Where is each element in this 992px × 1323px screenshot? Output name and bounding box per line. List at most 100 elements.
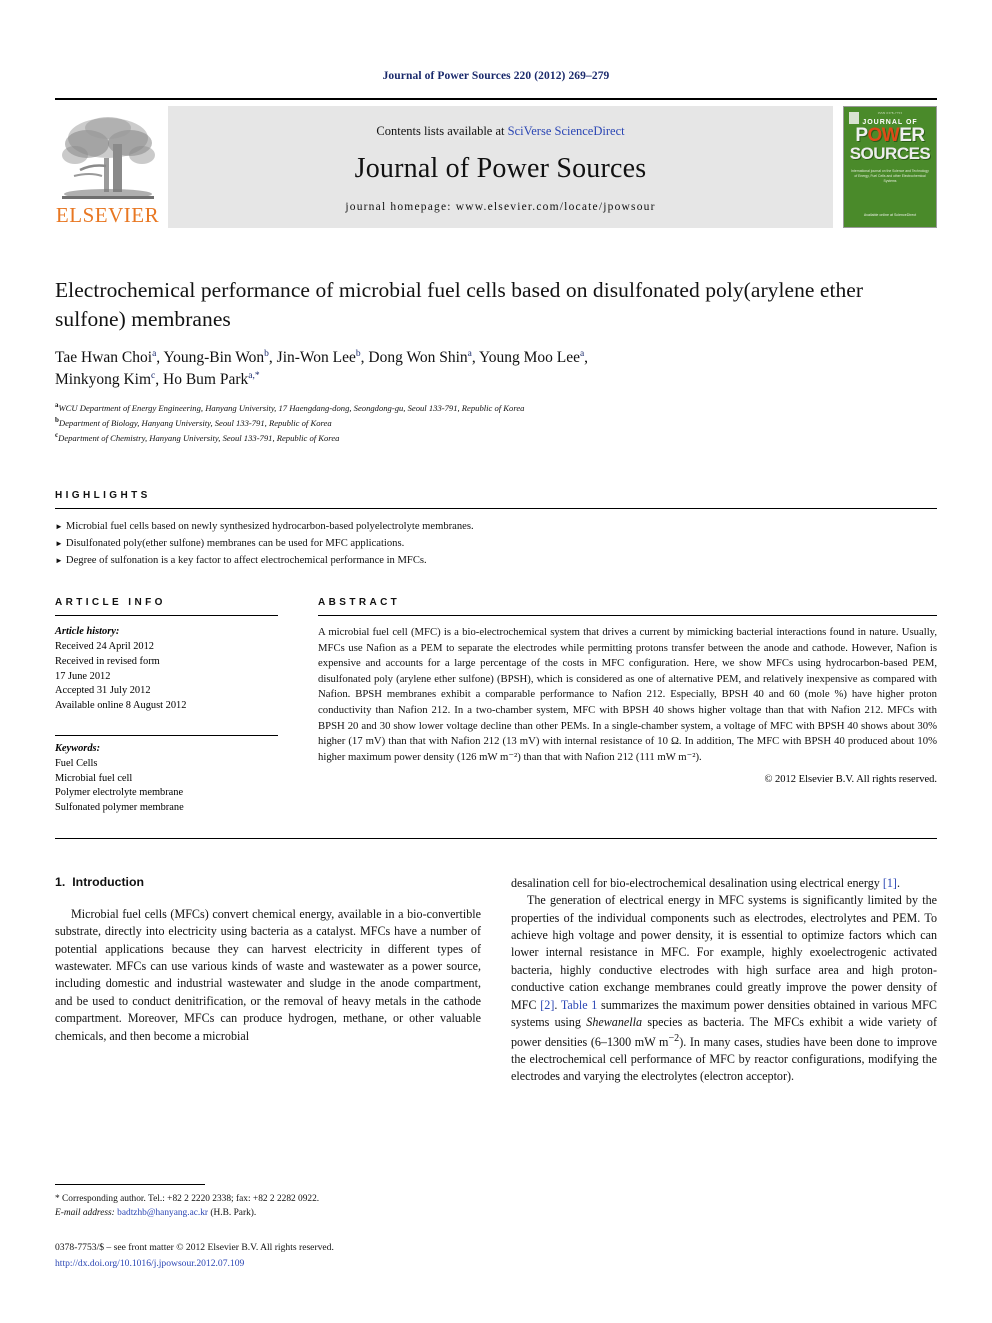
paragraph: desalination cell for bio-electrochemica…: [511, 875, 900, 890]
info-abstract-block: ARTICLE INFO Article history: Received 2…: [55, 597, 937, 815]
footnote-line-1: * Corresponding author. Tel.: +82 2 2220…: [55, 1192, 490, 1206]
body-columns: 1. Introduction Microbial fuel cells (MFC…: [55, 875, 937, 1086]
author-sep: ,: [155, 371, 163, 389]
cover-power-ow: OW: [867, 125, 900, 146]
elsevier-tree-icon: [61, 117, 155, 199]
article-info-section: ARTICLE INFO Article history: Received 2…: [55, 597, 300, 815]
contents-prefix: Contents lists available at: [376, 123, 508, 138]
article-history-item: Received 24 April 2012: [55, 641, 154, 653]
journal-cover-thumbnail: ISSN 0378-7753 JOURNAL OF POWER SOURCES …: [843, 106, 937, 228]
table-ref[interactable]: Table 1: [561, 998, 597, 1012]
triangle-right-icon: ►: [55, 539, 63, 549]
author-entry: Jin-Won Leeb,: [277, 349, 369, 366]
author-name: Dong Won Shin: [368, 349, 468, 367]
author-name: Young-Bin Won: [163, 349, 265, 367]
author-name: Ho Bum Park: [163, 371, 249, 389]
affiliation-item: cDepartment of Chemistry, Hanyang Univer…: [55, 430, 937, 445]
author-sep: ,: [471, 349, 480, 367]
keyword-item: Fuel Cells: [55, 757, 98, 769]
author-entry: Tae Hwan Choia,: [55, 349, 163, 366]
citation-ref[interactable]: [1]: [883, 876, 897, 890]
footnote-email-label: E-mail address:: [55, 1207, 115, 1218]
doi-link[interactable]: http://dx.doi.org/10.1016/j.jpowsour.201…: [55, 1256, 575, 1271]
sciencedirect-banner: Contents lists available at SciVerse Sci…: [168, 106, 833, 228]
paper-page: Journal of Power Sources 220 (2012) 269–…: [0, 0, 992, 1323]
keywords-heading: Keywords:: [55, 743, 101, 755]
article-info-rule: [55, 615, 278, 617]
sciencedirect-link[interactable]: SciVerse ScienceDirect: [508, 124, 625, 138]
affiliation-text: Department of Biology, Hanyang Universit…: [58, 417, 332, 428]
citation-ref[interactable]: [2]: [540, 998, 554, 1012]
article-history-item: 17 June 2012: [55, 670, 111, 682]
journal-masthead: ELSEVIER Contents lists available at Sci…: [55, 98, 937, 228]
author-name: Tae Hwan Choi: [55, 349, 153, 367]
keyword-item: Microbial fuel cell: [55, 772, 133, 784]
author-name: Young Moo Lee: [479, 349, 580, 367]
author-name: Jin-Won Lee: [276, 349, 356, 367]
cover-power-er: ER: [899, 125, 925, 146]
cover-subtitle: International journal on the Science and…: [851, 169, 929, 184]
article-history-block: Article history: Received 24 April 2012 …: [55, 625, 278, 714]
section-number: 1.: [55, 874, 66, 889]
article-history-item: Received in revised form: [55, 655, 160, 667]
highlights-label: HIGHLIGHTS: [55, 489, 151, 501]
cover-footer: Available online at ScienceDirect: [863, 213, 917, 218]
affiliation-list: aWCU Department of Energy Engineering, H…: [55, 400, 937, 445]
cover-line-power: POWER: [855, 125, 925, 146]
affiliation-text: WCU Department of Energy Engineering, Ha…: [58, 403, 525, 414]
keyword-item: Polymer electrolyte membrane: [55, 787, 184, 799]
highlight-item: ► Microbial fuel cells based on newly syn…: [55, 518, 937, 535]
abstract-section: ABSTRACT A microbial fuel cell (MFC) is …: [300, 597, 937, 815]
colophon: 0378-7753/$ – see front matter © 2012 El…: [55, 1240, 575, 1271]
author-entry: Minkyong Kimc,: [55, 371, 163, 388]
journal-title: Journal of Power Sources: [354, 152, 647, 184]
affiliation-item: bDepartment of Biology, Hanyang Universi…: [55, 415, 937, 430]
abstract-rule: [318, 615, 937, 617]
paragraph: Microbial fuel cells (MFCs) convert chem…: [55, 906, 481, 1043]
cover-line-sources: SOURCES: [849, 144, 931, 164]
issn-frontmatter-line: 0378-7753/$ – see front matter © 2012 El…: [55, 1242, 334, 1254]
author-entry: Young-Bin Wonb,: [163, 349, 276, 366]
journal-homepage[interactable]: journal homepage: www.elsevier.com/locat…: [345, 201, 655, 213]
triangle-right-icon: ►: [55, 521, 63, 531]
footnote-rule: [55, 1183, 205, 1185]
author-affiliation-mark: a,*: [248, 371, 260, 382]
footnote-line-2: E-mail address: badtzhb@hanyang.ac.kr (H…: [55, 1206, 490, 1220]
running-head: Journal of Power Sources 220 (2012) 269–…: [382, 70, 610, 82]
affiliation-text: Department of Chemistry, Hanyang Univers…: [58, 432, 340, 443]
highlights-rule: [55, 507, 937, 509]
article-history-item: Accepted 31 July 2012: [55, 685, 151, 697]
contents-lists-line: Contents lists available at SciVerse Sci…: [376, 124, 624, 139]
author-entry: Young Moo Leea,: [479, 349, 588, 366]
elsevier-wordmark: ELSEVIER: [55, 203, 160, 227]
section-heading-introduction: 1. Introduction: [55, 875, 481, 889]
highlight-item: ► Degree of sulfonation is a key factor t…: [55, 552, 937, 569]
affiliation-item: aWCU Department of Energy Engineering, H…: [55, 400, 937, 415]
title-block: Electrochemical performance of microbial…: [55, 276, 937, 445]
cover-power-p: P: [855, 125, 868, 146]
abstract-label: ABSTRACT: [318, 597, 401, 609]
elsevier-logo: ELSEVIER: [55, 106, 160, 228]
footnote-email-link[interactable]: badtzhb@hanyang.ac.kr: [117, 1208, 208, 1218]
footnote-contact-text: * Corresponding author. Tel.: +82 2 2220…: [55, 1193, 320, 1204]
highlight-text: Degree of sulfonation is a key factor to…: [65, 555, 427, 567]
article-history-heading: Article history:: [55, 626, 120, 638]
highlights-list: ► Microbial fuel cells based on newly syn…: [55, 518, 937, 569]
highlights-section: HIGHLIGHTS ► Microbial fuel cells based o…: [55, 490, 937, 569]
cover-issn: ISSN 0378-7753: [877, 111, 903, 115]
cover-elsevier-mark-icon: [849, 112, 859, 124]
author-entry: Ho Bum Parka,*: [163, 371, 260, 388]
highlight-text: Disulfonated poly(ether sulfone) membran…: [65, 538, 405, 550]
section-heading-text: Introduction: [72, 874, 144, 889]
abstract-text: A microbial fuel cell (MFC) is a bio-ele…: [318, 626, 937, 763]
triangle-right-icon: ►: [55, 556, 63, 566]
abstract-copyright: © 2012 Elsevier B.V. All rights reserved…: [764, 774, 937, 786]
article-info-label: ARTICLE INFO: [55, 597, 166, 609]
body-divider: [55, 837, 937, 839]
author-sep: ,: [584, 349, 589, 367]
keywords-block: Keywords: Fuel Cells Microbial fuel cell…: [55, 742, 278, 816]
author-entry: Dong Won Shina,: [368, 349, 479, 366]
keywords-rule: [55, 735, 278, 737]
article-history-item: Available online 8 August 2012: [55, 700, 187, 712]
